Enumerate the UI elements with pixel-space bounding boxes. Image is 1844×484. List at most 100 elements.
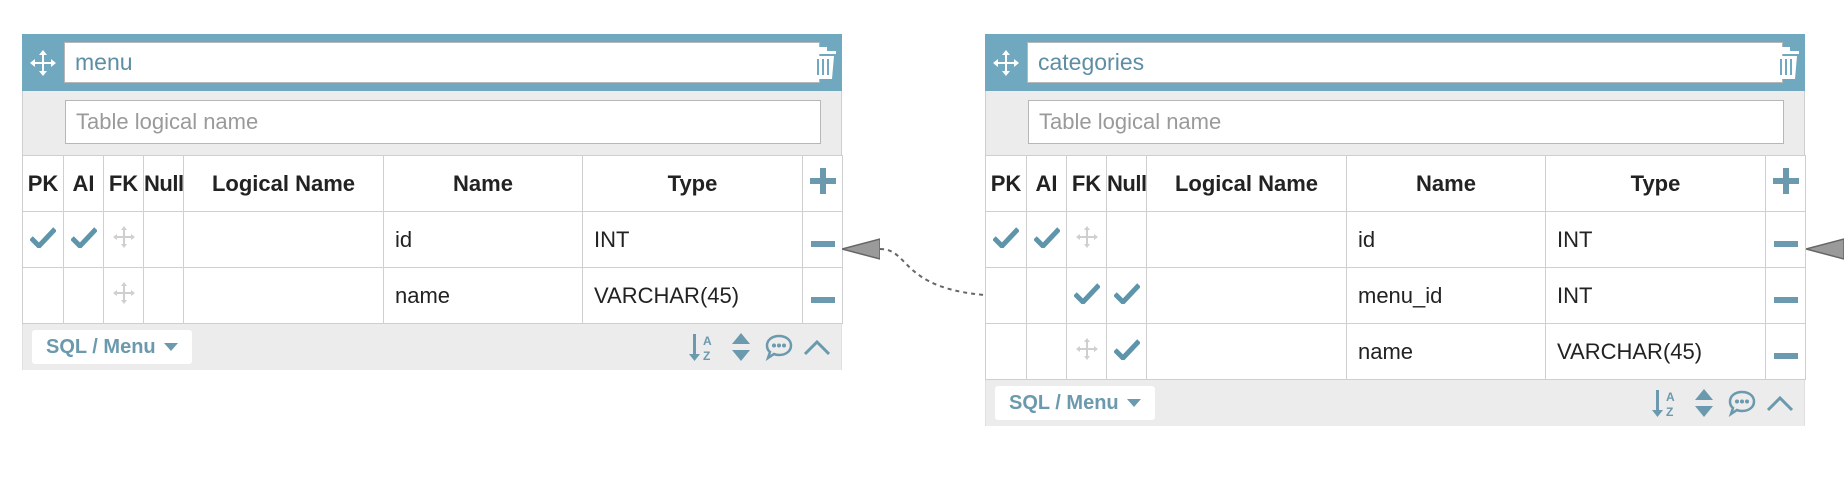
- chevron-up-icon[interactable]: [1766, 388, 1794, 418]
- caret-down-icon: [1126, 399, 1141, 407]
- fk-cell[interactable]: [103, 211, 144, 268]
- columns-header-row: PK AI FK Null Logical Name Name Type: [22, 155, 843, 212]
- column-type-cell[interactable]: INT: [1545, 267, 1766, 324]
- pk-header: PK: [985, 155, 1027, 212]
- svg-text:A: A: [703, 334, 712, 348]
- ai-cell[interactable]: [1026, 211, 1067, 268]
- logical-name-header: Logical Name: [183, 155, 384, 212]
- caret-down-icon: [163, 343, 178, 351]
- null-cell[interactable]: [143, 267, 184, 324]
- trash-icon[interactable]: [804, 34, 842, 91]
- table-row: id INT: [985, 211, 1806, 268]
- column-name-cell[interactable]: menu_id: [1346, 267, 1546, 324]
- null-cell[interactable]: [143, 211, 184, 268]
- logical-name-cell[interactable]: [1146, 267, 1347, 324]
- column-name-cell[interactable]: name: [383, 267, 583, 324]
- move-icon[interactable]: [22, 34, 64, 91]
- table-card-categories: PK AI FK Null Logical Name Name Type id …: [985, 34, 1806, 426]
- check-icon: [1112, 282, 1141, 306]
- ai-cell[interactable]: [1026, 267, 1067, 324]
- fk-move-icon: [112, 225, 135, 248]
- pk-cell[interactable]: [22, 267, 64, 324]
- pk-cell[interactable]: [22, 211, 64, 268]
- column-name-cell[interactable]: id: [1346, 211, 1546, 268]
- relationship-arrow-icon: [842, 238, 880, 260]
- remove-column-button[interactable]: [1765, 323, 1806, 380]
- move-icon[interactable]: [985, 34, 1027, 91]
- plus-icon: [809, 167, 836, 194]
- remove-column-button[interactable]: [802, 267, 843, 324]
- table-name-input[interactable]: [1027, 42, 1783, 83]
- fk-cell[interactable]: [1066, 267, 1107, 324]
- fk-move-icon: [112, 281, 135, 304]
- fk-cell[interactable]: [103, 267, 144, 324]
- minus-icon: [1773, 352, 1798, 359]
- check-icon: [992, 226, 1020, 250]
- comment-icon[interactable]: [1728, 388, 1756, 418]
- fk-move-icon: [1075, 225, 1098, 248]
- null-header: Null: [1106, 155, 1147, 212]
- sort-az-icon[interactable]: AZ: [1652, 388, 1680, 418]
- ai-header: AI: [1026, 155, 1067, 212]
- table-card-menu: PK AI FK Null Logical Name Name Type id …: [22, 34, 843, 370]
- fk-header: FK: [1066, 155, 1107, 212]
- fk-cell[interactable]: [1066, 211, 1107, 268]
- sql-menu-button[interactable]: SQL / Menu: [995, 386, 1155, 420]
- column-type-cell[interactable]: VARCHAR(45): [582, 267, 803, 324]
- table-name-input[interactable]: [64, 42, 820, 83]
- ai-cell[interactable]: [1026, 323, 1067, 380]
- up-down-icon[interactable]: [727, 332, 755, 362]
- logical-name-cell[interactable]: [183, 267, 384, 324]
- chevron-up-icon[interactable]: [803, 332, 831, 362]
- name-header: Name: [1346, 155, 1546, 212]
- logical-name-cell[interactable]: [1146, 323, 1347, 380]
- columns-header-row: PK AI FK Null Logical Name Name Type: [985, 155, 1806, 212]
- type-header: Type: [1545, 155, 1766, 212]
- column-name-cell[interactable]: name: [1346, 323, 1546, 380]
- ai-cell[interactable]: [63, 211, 104, 268]
- sql-menu-label: SQL / Menu: [1009, 391, 1119, 414]
- logical-name-cell[interactable]: [1146, 211, 1347, 268]
- sql-menu-label: SQL / Menu: [46, 335, 156, 358]
- pk-cell[interactable]: [985, 211, 1027, 268]
- check-icon: [1072, 282, 1101, 306]
- null-cell[interactable]: [1106, 211, 1147, 268]
- column-name-cell[interactable]: id: [383, 211, 583, 268]
- trash-icon[interactable]: [1767, 34, 1805, 91]
- ai-cell[interactable]: [63, 267, 104, 324]
- null-cell[interactable]: [1106, 323, 1147, 380]
- svg-text:Z: Z: [703, 349, 710, 362]
- pk-header: PK: [22, 155, 64, 212]
- add-column-button[interactable]: [1765, 155, 1806, 212]
- remove-column-button[interactable]: [1765, 267, 1806, 324]
- fk-header: FK: [103, 155, 144, 212]
- add-column-button[interactable]: [802, 155, 843, 212]
- check-icon: [1032, 226, 1061, 250]
- table-header: [22, 34, 842, 91]
- column-type-cell[interactable]: INT: [1545, 211, 1766, 268]
- columns-table: PK AI FK Null Logical Name Name Type id …: [22, 155, 843, 324]
- sort-az-icon[interactable]: AZ: [689, 332, 717, 362]
- table-row: name VARCHAR(45): [985, 323, 1806, 380]
- pk-cell[interactable]: [985, 267, 1027, 324]
- column-type-cell[interactable]: VARCHAR(45): [1545, 323, 1766, 380]
- comment-icon[interactable]: [765, 332, 793, 362]
- minus-icon: [810, 296, 835, 303]
- up-down-icon[interactable]: [1690, 388, 1718, 418]
- table-row: id INT: [22, 211, 843, 268]
- footer-toolbar: AZ: [689, 330, 831, 364]
- logical-name-cell[interactable]: [183, 211, 384, 268]
- table-header: [985, 34, 1805, 91]
- table-logical-name-input[interactable]: [65, 100, 821, 144]
- table-row: menu_id INT: [985, 267, 1806, 324]
- remove-column-button[interactable]: [802, 211, 843, 268]
- null-cell[interactable]: [1106, 267, 1147, 324]
- fk-move-icon: [1075, 337, 1098, 360]
- fk-cell[interactable]: [1066, 323, 1107, 380]
- table-logical-name-input[interactable]: [1028, 100, 1784, 144]
- sql-menu-button[interactable]: SQL / Menu: [32, 330, 192, 364]
- remove-column-button[interactable]: [1765, 211, 1806, 268]
- column-type-cell[interactable]: INT: [582, 211, 803, 268]
- pk-cell[interactable]: [985, 323, 1027, 380]
- table-footer: SQL / Menu AZ: [22, 324, 842, 370]
